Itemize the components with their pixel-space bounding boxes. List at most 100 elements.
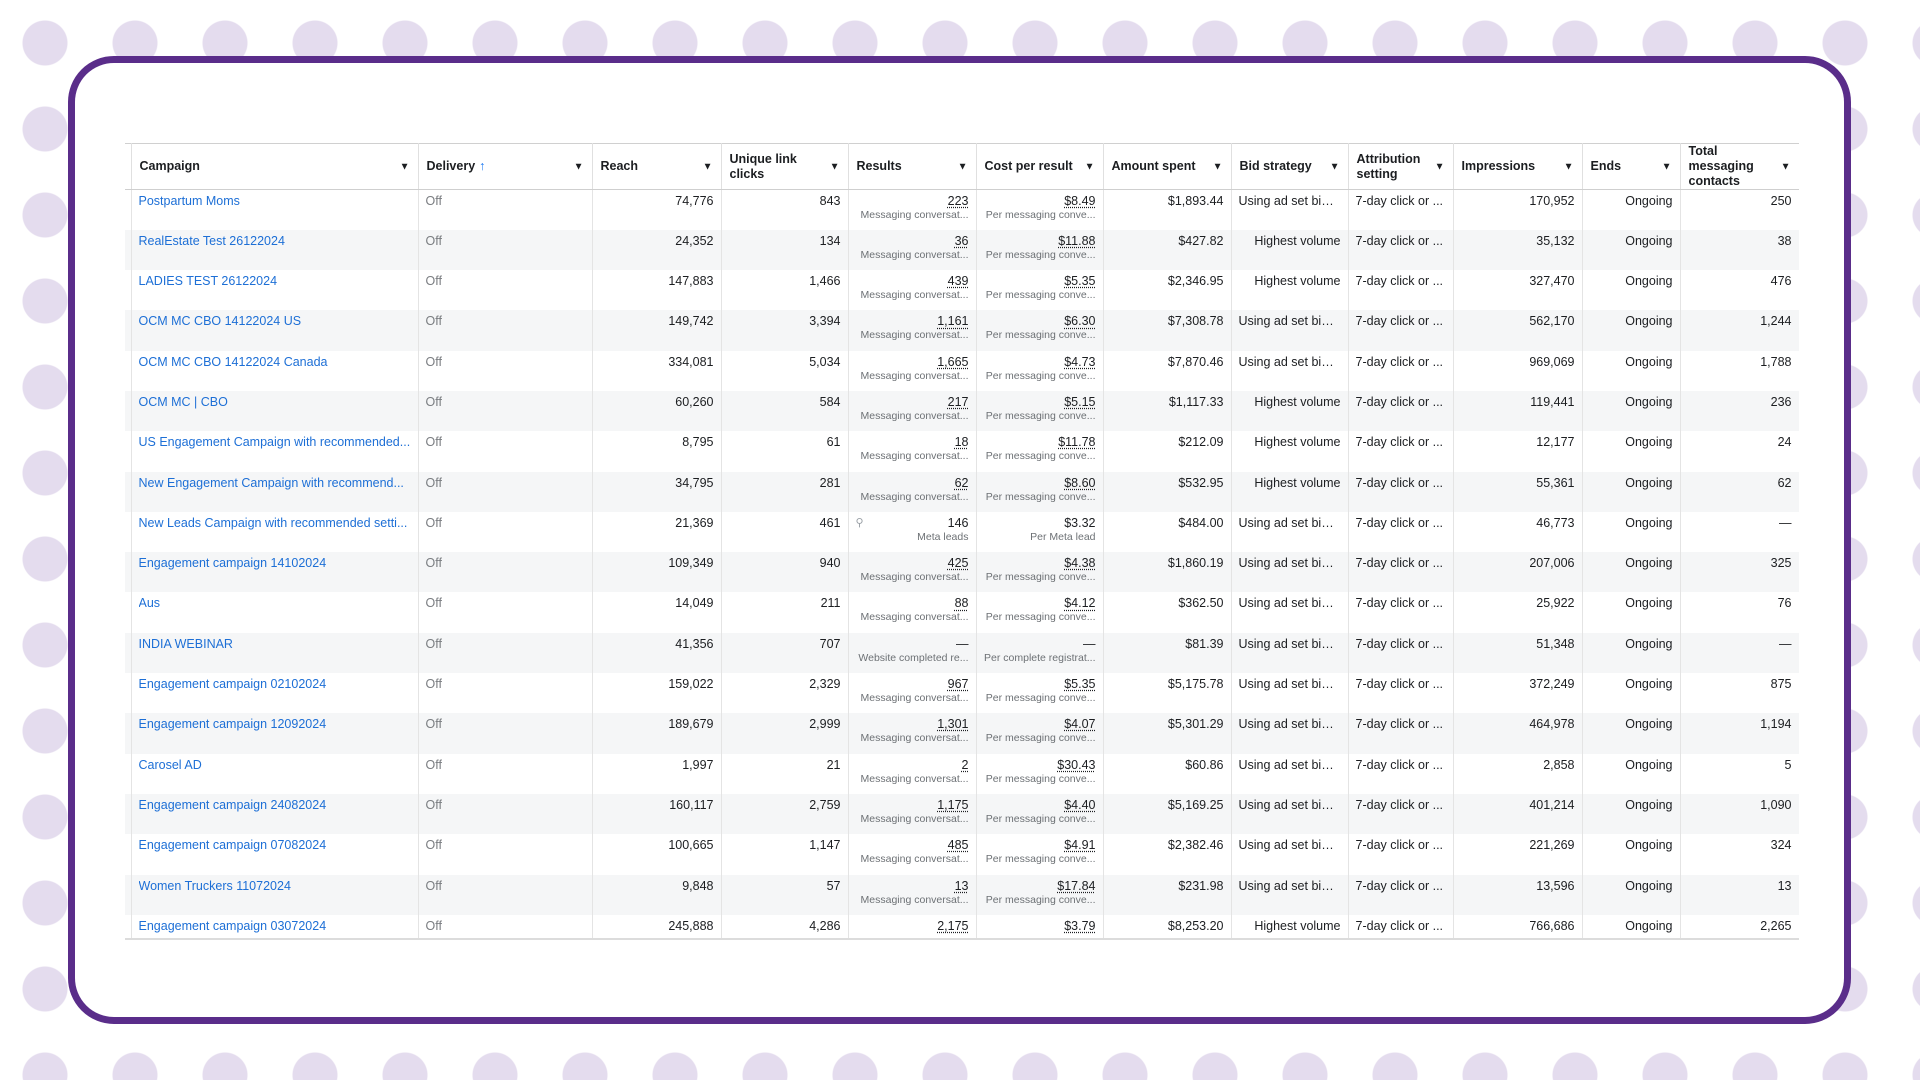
campaign-name-link[interactable]: New Engagement Campaign with recommend..… (139, 475, 411, 491)
caret-down-icon[interactable]: ▼ (1330, 161, 1340, 172)
cost-per-result-value[interactable]: $4.40 (1064, 798, 1095, 812)
results-value[interactable]: 1,301 (937, 717, 968, 731)
campaign-name-link[interactable]: Postpartum Moms (139, 193, 411, 209)
campaign-name-link[interactable]: Engagement campaign 12092024 (139, 716, 411, 732)
cost-per-result-value[interactable]: $3.79 (1064, 919, 1095, 933)
results-value[interactable]: 146 (948, 516, 969, 530)
table-row[interactable]: Engagement campaign 14102024 Off 109,349… (125, 552, 1799, 593)
cost-per-result-value[interactable]: $5.35 (1064, 677, 1095, 691)
results-value[interactable]: 2 (962, 758, 969, 772)
column-header-attribution-setting[interactable]: Attribution setting ▼ (1348, 143, 1454, 190)
results-value[interactable]: 439 (948, 274, 969, 288)
campaign-name-link[interactable]: OCM MC CBO 14122024 US (139, 313, 411, 329)
column-header-unique-link-clicks[interactable]: Unique link clicks ▼ (721, 143, 849, 190)
caret-down-icon[interactable]: ▼ (703, 161, 713, 172)
cost-per-result-value[interactable]: $4.73 (1064, 355, 1095, 369)
campaign-name-link[interactable]: New Leads Campaign with recommended sett… (139, 515, 411, 531)
caret-down-icon[interactable]: ▼ (400, 161, 410, 172)
campaign-name-link[interactable]: Engagement campaign 03072024 (139, 918, 411, 934)
cost-per-result-value[interactable]: $8.49 (1064, 194, 1095, 208)
table-row[interactable]: Carosel AD Off 1,997 21 2 Messaging conv… (125, 753, 1799, 794)
results-value[interactable]: 18 (955, 435, 969, 449)
table-row[interactable]: Engagement campaign 02102024 Off 159,022… (125, 673, 1799, 714)
campaign-name-link[interactable]: RealEstate Test 26122024 (139, 233, 411, 249)
table-row[interactable]: RealEstate Test 26122024 Off 24,352 134 … (125, 229, 1799, 271)
table-row[interactable]: New Leads Campaign with recommended sett… (125, 511, 1799, 553)
cost-per-result-value[interactable]: $3.32 (1064, 516, 1095, 530)
column-header-total-messaging-contacts[interactable]: Total messaging contacts ▼ (1680, 143, 1799, 190)
campaign-name-link[interactable]: US Engagement Campaign with recommended.… (139, 434, 411, 450)
cost-per-result-value[interactable]: — (1083, 637, 1096, 651)
results-value[interactable]: 217 (948, 395, 969, 409)
table-row[interactable]: LADIES TEST 26122024 Off 147,883 1,466 4… (125, 270, 1799, 311)
campaign-name-link[interactable]: Women Truckers 11072024 (139, 878, 411, 894)
results-value[interactable]: 36 (955, 234, 969, 248)
campaign-name-link[interactable]: OCM MC | CBO (139, 394, 411, 410)
sort-ascending-icon[interactable]: ↑ (479, 159, 485, 173)
table-row[interactable]: Engagement campaign 03072024 Off 245,888… (125, 914, 1799, 938)
cost-per-result-value[interactable]: $11.88 (1058, 234, 1095, 248)
column-header-amount-spent[interactable]: Amount spent ▼ (1103, 143, 1232, 190)
cost-per-result-value[interactable]: $4.38 (1064, 556, 1095, 570)
column-header-bid-strategy[interactable]: Bid strategy ▼ (1231, 143, 1349, 190)
results-value[interactable]: 425 (948, 556, 969, 570)
table-row[interactable]: Engagement campaign 12092024 Off 189,679… (125, 713, 1799, 754)
campaign-name-link[interactable]: Engagement campaign 02102024 (139, 676, 411, 692)
column-header-results[interactable]: Results ▼ (848, 143, 977, 190)
results-value[interactable]: 1,161 (937, 314, 968, 328)
caret-down-icon[interactable]: ▼ (958, 161, 968, 172)
column-header-ends[interactable]: Ends ▼ (1582, 143, 1681, 190)
table-row[interactable]: OCM MC CBO 14122024 US Off 149,742 3,394… (125, 310, 1799, 351)
results-value[interactable]: 485 (948, 838, 969, 852)
cost-per-result-value[interactable]: $4.07 (1064, 717, 1095, 731)
cost-per-result-value[interactable]: $30.43 (1057, 758, 1095, 772)
campaign-name-link[interactable]: Engagement campaign 14102024 (139, 555, 411, 571)
column-header-impressions[interactable]: Impressions ▼ (1453, 143, 1583, 190)
results-value[interactable]: 88 (955, 596, 969, 610)
column-header-reach[interactable]: Reach ▼ (592, 143, 722, 190)
campaign-name-link[interactable]: Carosel AD (139, 757, 411, 773)
campaign-name-link[interactable]: Aus (139, 595, 411, 611)
cost-per-result-value[interactable]: $6.30 (1064, 314, 1095, 328)
column-header-delivery[interactable]: Delivery ↑ ▼ (418, 143, 593, 190)
caret-down-icon[interactable]: ▼ (574, 161, 584, 172)
campaign-name-link[interactable]: OCM MC CBO 14122024 Canada (139, 354, 411, 370)
table-row[interactable]: Engagement campaign 07082024 Off 100,665… (125, 834, 1799, 875)
table-row[interactable]: Engagement campaign 24082024 Off 160,117… (125, 793, 1799, 835)
cost-per-result-value[interactable]: $5.35 (1064, 274, 1095, 288)
table-row[interactable]: US Engagement Campaign with recommended.… (125, 431, 1799, 472)
campaign-name-link[interactable]: Engagement campaign 24082024 (139, 797, 411, 813)
results-value[interactable]: 1,665 (937, 355, 968, 369)
caret-down-icon[interactable]: ▼ (1085, 161, 1095, 172)
campaign-name-link[interactable]: INDIA WEBINAR (139, 636, 411, 652)
cost-per-result-value[interactable]: $5.15 (1064, 395, 1095, 409)
results-value[interactable]: 13 (955, 879, 969, 893)
cost-per-result-value[interactable]: $17.84 (1057, 879, 1095, 893)
caret-down-icon[interactable]: ▼ (1564, 161, 1574, 172)
results-value[interactable]: 1,175 (937, 798, 968, 812)
caret-down-icon[interactable]: ▼ (1781, 161, 1791, 172)
table-row[interactable]: OCM MC CBO 14122024 Canada Off 334,081 5… (125, 350, 1799, 391)
campaign-name-link[interactable]: LADIES TEST 26122024 (139, 273, 411, 289)
column-header-cost-per-result[interactable]: Cost per result ▼ (976, 143, 1104, 190)
table-row[interactable]: New Engagement Campaign with recommend..… (125, 471, 1799, 512)
results-value[interactable]: 223 (948, 194, 969, 208)
table-row[interactable]: INDIA WEBINAR Off 41,356 707 — Website c… (125, 632, 1799, 674)
results-value[interactable]: 2,175 (937, 919, 968, 933)
campaign-name-link[interactable]: Engagement campaign 07082024 (139, 837, 411, 853)
cost-per-result-value[interactable]: $11.78 (1058, 435, 1095, 449)
table-row[interactable]: Women Truckers 11072024 Off 9,848 57 13 … (125, 874, 1799, 915)
caret-down-icon[interactable]: ▼ (830, 161, 840, 172)
results-value[interactable]: — (956, 637, 969, 651)
results-value[interactable]: 967 (948, 677, 969, 691)
column-header-campaign[interactable]: Campaign ▼ (131, 143, 419, 190)
cost-per-result-value[interactable]: $4.91 (1064, 838, 1095, 852)
cost-per-result-value[interactable]: $4.12 (1064, 596, 1095, 610)
caret-down-icon[interactable]: ▼ (1662, 161, 1672, 172)
caret-down-icon[interactable]: ▼ (1435, 161, 1445, 172)
table-row[interactable]: Postpartum Moms Off 74,776 843 223 Messa… (125, 189, 1799, 230)
table-row[interactable]: Aus Off 14,049 211 88 Messaging conversa… (125, 592, 1799, 633)
caret-down-icon[interactable]: ▼ (1213, 161, 1223, 172)
cost-per-result-value[interactable]: $8.60 (1064, 476, 1095, 490)
table-row[interactable]: OCM MC | CBO Off 60,260 584 217 Messagin… (125, 390, 1799, 432)
